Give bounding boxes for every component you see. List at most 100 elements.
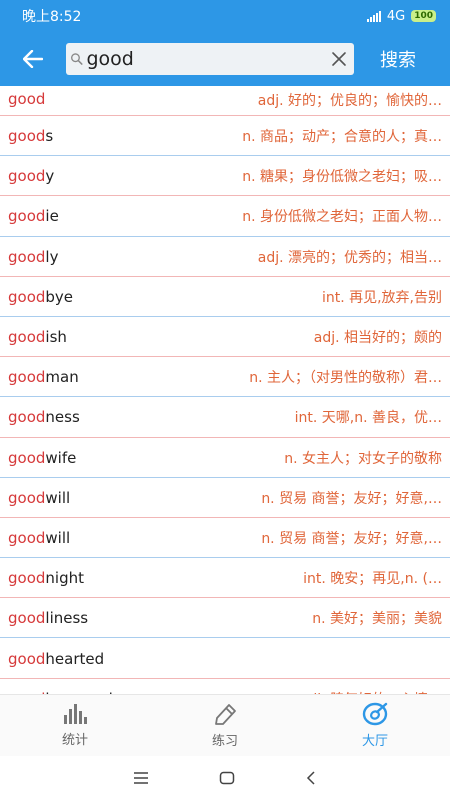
definition-text: int. 天哪,n. 善良，优… xyxy=(294,410,442,427)
word-match: good xyxy=(8,247,46,266)
hall-icon xyxy=(362,702,388,726)
definition-text: adj. 相当好的；颇的 xyxy=(313,330,442,347)
list-item[interactable]: good adj. 好的；优良的；愉快的… xyxy=(0,86,450,116)
word-suffix: s xyxy=(45,127,54,146)
pencil-icon xyxy=(215,704,236,725)
word-text: goodwife xyxy=(8,449,76,467)
word-suffix: hearted xyxy=(45,649,105,668)
list-item[interactable]: goodness int. 天哪,n. 善良，优… xyxy=(0,397,450,438)
definition-text: n. 糖果；身份低微之老妇；吸… xyxy=(242,169,442,186)
word-suffix: ly xyxy=(45,247,59,266)
clear-button[interactable] xyxy=(329,48,348,70)
list-item[interactable]: goodwife n. 女主人；对女子的敬称 xyxy=(0,438,450,478)
bar-chart-icon xyxy=(64,704,87,724)
nav-label-stats: 统计 xyxy=(61,733,88,748)
word-text: good xyxy=(8,90,45,108)
menu-icon[interactable] xyxy=(133,772,149,784)
battery-icon: 100 xyxy=(411,10,436,22)
back-icon[interactable] xyxy=(305,771,317,785)
word-suffix: ish xyxy=(45,328,67,347)
list-item[interactable]: goodbye int. 再见,放弃,告别 xyxy=(0,277,450,317)
word-match: good xyxy=(8,488,46,507)
list-item[interactable]: goodman n. 主人；（对男性的敬称）君… xyxy=(0,357,450,398)
word-suffix: bye xyxy=(45,287,74,306)
definition-text: n. 美好；美丽；美貌 xyxy=(312,611,442,628)
nav-item-practice[interactable]: 练习 xyxy=(150,695,300,756)
list-item[interactable]: goodly adj. 漂亮的；优秀的；相当… xyxy=(0,237,450,277)
nav-label-practice: 练习 xyxy=(211,734,238,749)
word-match: good xyxy=(8,90,46,108)
search-box xyxy=(66,43,354,75)
word-text: goodie xyxy=(8,207,59,225)
word-suffix: man xyxy=(45,368,79,387)
definition-text: adj. 好的；优良的；愉快的… xyxy=(257,93,442,109)
list-item[interactable]: goodnight int. 晚安；再见,n. (… xyxy=(0,558,450,599)
status-bar: 晚上8:52 4G 100 xyxy=(0,0,450,32)
word-match: good xyxy=(8,328,46,347)
definition-text: n. 商品；动产；合意的人；真… xyxy=(242,129,442,146)
word-text: goodnight xyxy=(8,569,84,587)
word-match: good xyxy=(8,287,46,306)
definition-text: int. 晚安；再见,n. (… xyxy=(303,571,442,588)
word-suffix: will xyxy=(45,528,71,547)
list-item[interactable]: goodie n. 身份低微之老妇；正面人物… xyxy=(0,196,450,237)
nav-item-hall[interactable]: 大厅 xyxy=(300,695,450,756)
list-item[interactable]: goodwill n. 贸易 商誉；友好；好意,… xyxy=(0,518,450,559)
close-icon xyxy=(331,52,346,66)
network-type: 4G xyxy=(386,8,406,24)
nav-item-stats[interactable]: 统计 xyxy=(0,695,150,756)
word-match: good xyxy=(8,528,46,547)
word-text: goodman xyxy=(8,368,79,386)
definition-text: n. 贸易 商誉；友好；好意,… xyxy=(261,490,442,507)
signal-icon xyxy=(366,10,381,22)
list-item[interactable]: goods n. 商品；动产；合意的人；真… xyxy=(0,116,450,157)
word-match: good xyxy=(8,167,46,186)
word-text: goodbye xyxy=(8,288,73,306)
definition-text: n. 女主人；对女子的敬称 xyxy=(284,450,442,467)
back-button[interactable] xyxy=(0,32,66,86)
list-item[interactable]: goodwill n. 贸易 商誉；友好；好意,… xyxy=(0,478,450,518)
list-item[interactable]: goodhearted xyxy=(0,638,450,679)
definition-text: n. 身份低微之老妇；正面人物… xyxy=(242,209,442,226)
list-item[interactable]: goody n. 糖果；身份低微之老妇；吸… xyxy=(0,156,450,197)
word-match: good xyxy=(8,448,46,467)
word-match: good xyxy=(8,127,46,146)
word-match: good xyxy=(8,609,46,628)
list-item[interactable]: goodish adj. 相当好的；颇的 xyxy=(0,317,450,358)
nav-label-hall: 大厅 xyxy=(361,734,388,749)
app-bar: 搜索 xyxy=(0,32,450,86)
word-suffix: night xyxy=(45,569,84,588)
home-icon[interactable] xyxy=(219,771,235,785)
word-text: goodly xyxy=(8,248,58,266)
word-text: goodwill xyxy=(8,489,70,507)
word-suffix: will xyxy=(45,488,71,507)
definition-text: adj. 漂亮的；优秀的；相当… xyxy=(257,249,442,266)
definition-text: int. 再见,放弃,告别 xyxy=(321,289,442,306)
word-text: goody xyxy=(8,167,54,185)
word-text: goodliness xyxy=(8,609,88,627)
system-nav-bar xyxy=(0,756,450,800)
word-text: goods xyxy=(8,127,53,145)
word-text: goodwill xyxy=(8,529,70,547)
back-arrow-icon xyxy=(23,50,43,68)
search-icon xyxy=(71,53,83,65)
word-suffix: liness xyxy=(45,609,89,628)
status-icons: 4G 100 xyxy=(366,8,436,24)
word-match: good xyxy=(8,207,46,226)
word-text: goodhearted xyxy=(8,650,104,668)
list-item[interactable]: goodliness n. 美好；美丽；美貌 xyxy=(0,598,450,639)
word-match: good xyxy=(8,368,46,387)
word-text: goodness xyxy=(8,408,80,426)
search-input[interactable] xyxy=(86,44,330,74)
status-time: 晚上8:52 xyxy=(22,9,82,25)
definition-text: n. 主人；（对男性的敬称）君… xyxy=(249,370,442,387)
word-match: good xyxy=(8,649,46,668)
word-suffix: ie xyxy=(45,207,59,226)
word-match: good xyxy=(8,408,46,427)
bottom-nav: 统计 练习 大厅 xyxy=(0,694,450,756)
search-button[interactable]: 搜索 xyxy=(363,46,433,72)
word-suffix: wife xyxy=(45,448,77,467)
word-suffix: y xyxy=(45,167,55,186)
definition-text: n. 贸易 商誉；友好；好意,… xyxy=(261,530,442,547)
list-item[interactable]: goodhumoredadj. 脾气好的；心情… xyxy=(0,679,450,694)
